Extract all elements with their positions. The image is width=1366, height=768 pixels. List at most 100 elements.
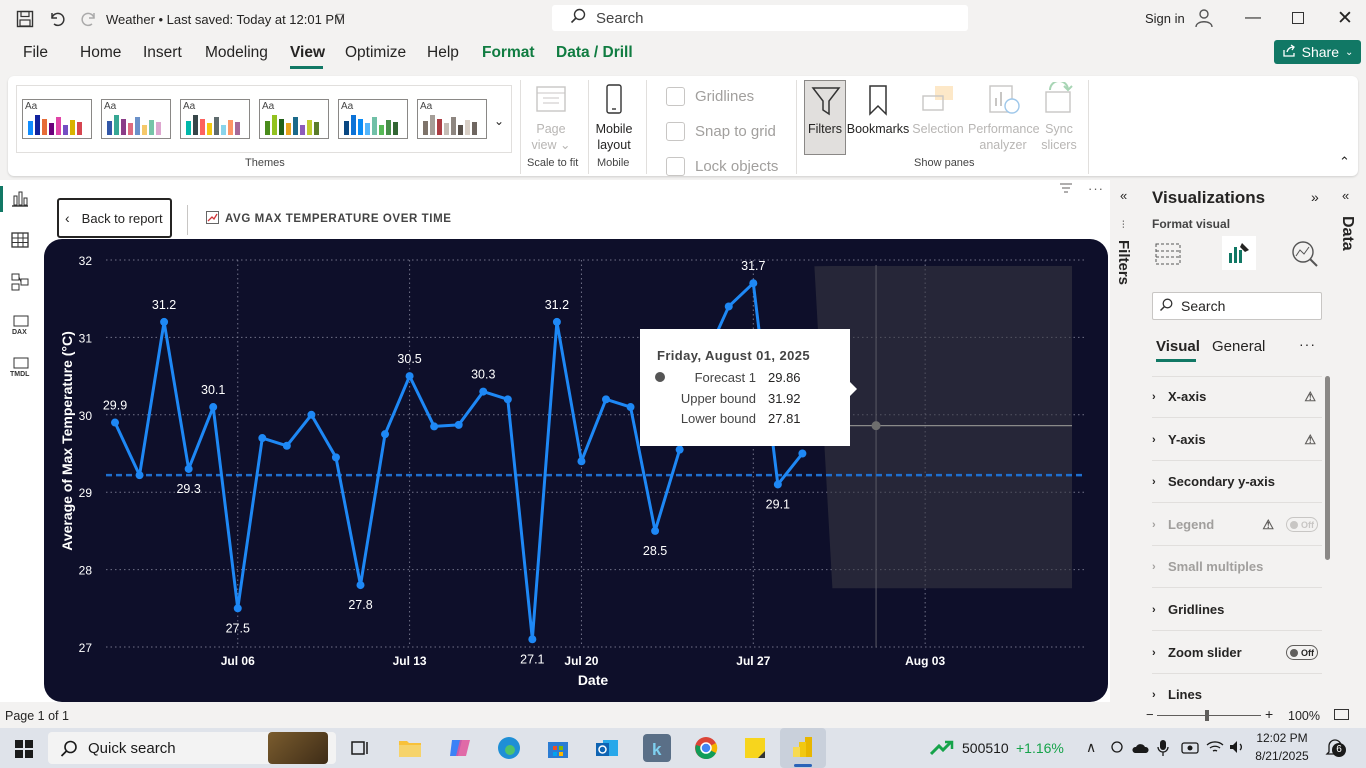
menu-optimize[interactable]: Optimize bbox=[345, 44, 406, 62]
task-view-icon[interactable] bbox=[346, 734, 374, 762]
line-chart-visual[interactable]: 27 28 29 30 31 32 Jul 06 Jul 13 Jul 20 Jul 27 Aug … bbox=[44, 239, 1108, 702]
menu-help[interactable]: Help bbox=[427, 44, 459, 62]
tmdl-view-icon[interactable]: TMDL bbox=[10, 356, 32, 378]
share-button[interactable]: Share ⌄ bbox=[1274, 40, 1361, 64]
theme-swatch[interactable]: Aa bbox=[180, 99, 250, 139]
expand-filters-chevron-icon[interactable]: « bbox=[1120, 188, 1127, 203]
tab-general[interactable]: General bbox=[1212, 338, 1265, 355]
stock-value[interactable]: 500510 bbox=[962, 740, 1009, 756]
menu-view[interactable]: View bbox=[290, 44, 325, 62]
filters-pane-button[interactable]: Filters bbox=[804, 80, 846, 155]
taskbar-search[interactable]: Quick search bbox=[48, 732, 336, 764]
clock-date[interactable]: 8/21/2025 bbox=[1254, 749, 1310, 763]
section-legend[interactable]: › Legend ⚠ Off bbox=[1152, 504, 1322, 546]
gridlines-checkbox[interactable]: Gridlines bbox=[666, 87, 754, 106]
section-y-axis[interactable]: › Y-axis ⚠ bbox=[1152, 419, 1322, 461]
theme-swatch[interactable]: Aa bbox=[417, 99, 487, 139]
section-gridlines[interactable]: › Gridlines bbox=[1152, 589, 1322, 631]
maximize-icon[interactable] bbox=[1292, 12, 1304, 24]
format-search-input[interactable]: Search bbox=[1152, 292, 1322, 320]
speaker-icon[interactable] bbox=[1229, 740, 1245, 759]
close-icon[interactable]: ✕ bbox=[1337, 7, 1353, 30]
filters-pane-collapsed[interactable]: « ⫶ Filters bbox=[1110, 180, 1144, 702]
undo-icon[interactable] bbox=[46, 8, 68, 30]
zoom-slider[interactable] bbox=[1157, 715, 1261, 716]
page-view-button[interactable]: Page view ⌄ bbox=[530, 121, 572, 153]
snap-to-grid-checkbox[interactable]: Snap to grid bbox=[666, 122, 776, 141]
tab-visual[interactable]: Visual bbox=[1156, 338, 1200, 355]
menu-data-drill[interactable]: Data / Drill bbox=[556, 44, 633, 62]
power-bi-taskbar-button[interactable] bbox=[780, 728, 826, 768]
user-avatar-icon[interactable] bbox=[1194, 8, 1214, 33]
performance-analyzer-button[interactable]: Performance analyzer bbox=[968, 121, 1040, 153]
table-view-icon[interactable] bbox=[10, 230, 32, 252]
sticky-notes-icon[interactable] bbox=[741, 734, 769, 762]
k-app-icon[interactable]: k bbox=[643, 734, 671, 762]
themes-expand-chevron-icon[interactable]: ⌄ bbox=[494, 114, 504, 128]
title-chevron-down-icon[interactable]: ▽ bbox=[336, 11, 344, 24]
notification-bell-icon[interactable]: 6 bbox=[1324, 737, 1346, 759]
build-visual-icon[interactable] bbox=[1154, 240, 1182, 273]
bookmarks-button[interactable]: Bookmarks bbox=[846, 121, 910, 137]
theme-swatch[interactable]: Aa bbox=[259, 99, 329, 139]
menu-insert[interactable]: Insert bbox=[143, 44, 182, 62]
analytics-icon[interactable] bbox=[1290, 239, 1320, 274]
dax-query-view-icon[interactable]: DAX bbox=[10, 314, 32, 336]
tooltip-value: 31.92 bbox=[768, 391, 801, 406]
wifi-icon[interactable] bbox=[1206, 740, 1224, 759]
show-hidden-icons-chevron-icon[interactable]: ∧ bbox=[1086, 739, 1096, 756]
section-x-axis[interactable]: › X-axis ⚠ bbox=[1152, 376, 1322, 418]
menu-file[interactable]: File bbox=[23, 44, 48, 62]
stock-change[interactable]: +1.16% bbox=[1016, 740, 1064, 756]
zoom-out-icon[interactable]: − bbox=[1146, 707, 1154, 722]
section-small-multiples[interactable]: › Small multiples bbox=[1152, 546, 1322, 588]
menu-format[interactable]: Format bbox=[482, 44, 535, 62]
copilot-icon[interactable] bbox=[446, 734, 474, 762]
collapse-ribbon-chevron-icon[interactable]: ⌃ bbox=[1339, 154, 1350, 170]
menu-modeling[interactable]: Modeling bbox=[205, 44, 268, 62]
more-options-icon[interactable]: ··· bbox=[1088, 181, 1104, 196]
file-explorer-icon[interactable] bbox=[396, 734, 424, 762]
microphone-icon[interactable] bbox=[1156, 739, 1170, 762]
redo-icon[interactable] bbox=[78, 8, 100, 30]
menu-home[interactable]: Home bbox=[80, 44, 121, 62]
theme-swatch[interactable]: Aa bbox=[338, 99, 408, 139]
zoom-slider-toggle[interactable]: Off bbox=[1286, 645, 1318, 660]
mobile-layout-button[interactable]: Mobile layout bbox=[592, 121, 636, 153]
sync-slicers-button[interactable]: Sync slicers bbox=[1038, 121, 1080, 153]
sign-in-link[interactable]: Sign in bbox=[1145, 11, 1185, 26]
expand-data-chevron-icon[interactable]: « bbox=[1342, 188, 1349, 203]
section-zoom-slider[interactable]: › Zoom slider Off bbox=[1152, 632, 1322, 674]
chrome-icon[interactable] bbox=[692, 734, 720, 762]
microsoft-store-icon[interactable] bbox=[544, 734, 572, 762]
theme-swatch[interactable]: Aa bbox=[101, 99, 171, 139]
back-to-report-button[interactable]: ‹ Back to report bbox=[57, 198, 172, 238]
theme-swatch[interactable]: Aa bbox=[22, 99, 92, 139]
report-view-icon[interactable] bbox=[10, 188, 32, 210]
more-options-icon[interactable]: ··· bbox=[1299, 336, 1316, 352]
selection-button[interactable]: Selection bbox=[910, 121, 966, 137]
save-icon[interactable] bbox=[14, 8, 36, 30]
data-pane-collapsed[interactable]: « Data bbox=[1332, 180, 1366, 702]
section-lines[interactable]: › Lines bbox=[1152, 674, 1322, 702]
camera-icon[interactable] bbox=[1181, 740, 1199, 759]
lock-objects-checkbox[interactable]: Lock objects bbox=[666, 157, 778, 176]
pane-scrollbar[interactable] bbox=[1325, 376, 1330, 560]
section-secondary-y-axis[interactable]: › Secondary y-axis bbox=[1152, 461, 1322, 503]
edge-browser-icon[interactable] bbox=[495, 734, 523, 762]
minimize-icon[interactable]: — bbox=[1245, 9, 1261, 27]
meet-now-icon[interactable] bbox=[1110, 740, 1124, 759]
collapse-pane-chevron-icon[interactable]: » bbox=[1311, 189, 1319, 205]
zoom-slider-thumb[interactable] bbox=[1205, 710, 1209, 721]
clock-time[interactable]: 12:02 PM bbox=[1254, 731, 1310, 745]
zoom-in-icon[interactable]: + bbox=[1265, 706, 1273, 722]
format-visual-tab[interactable] bbox=[1222, 236, 1256, 270]
legend-toggle[interactable]: Off bbox=[1286, 517, 1318, 532]
fit-to-page-icon[interactable] bbox=[1334, 709, 1349, 720]
visual-filter-icon[interactable] bbox=[1059, 182, 1073, 197]
windows-start-icon[interactable] bbox=[15, 740, 33, 763]
search-box[interactable]: Search bbox=[552, 5, 968, 31]
onedrive-cloud-icon[interactable] bbox=[1131, 741, 1149, 759]
outlook-icon[interactable] bbox=[593, 734, 621, 762]
model-view-icon[interactable] bbox=[10, 272, 32, 294]
